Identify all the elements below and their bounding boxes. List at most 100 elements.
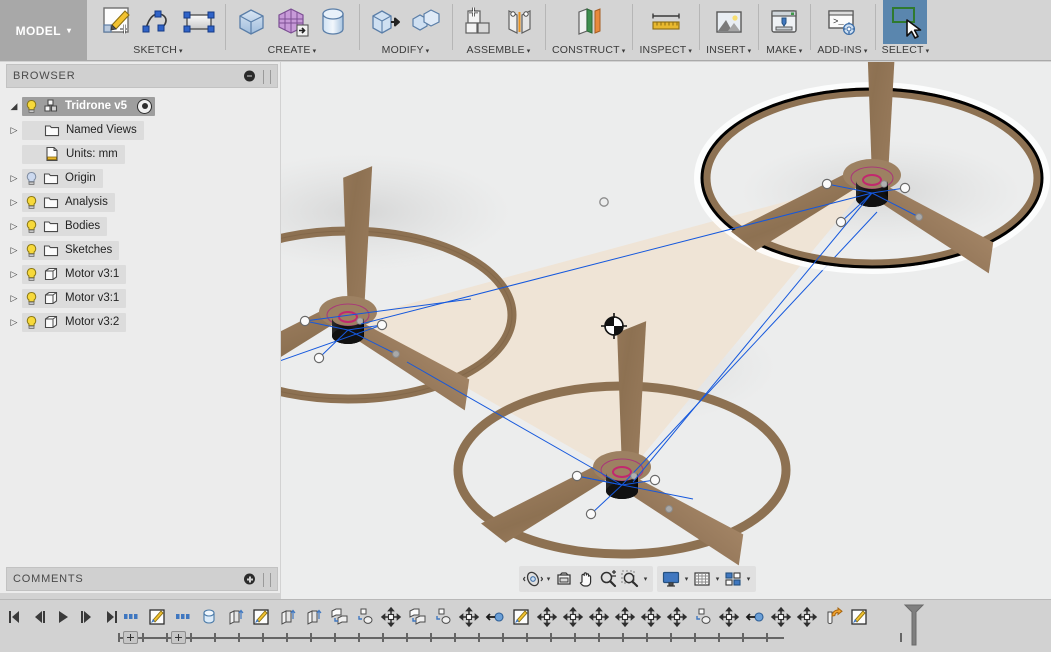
timeline-end-marker[interactable] [903,603,925,646]
lightbulb-on-icon[interactable] [24,195,39,210]
sidebar-item-units[interactable]: Units: mm [2,142,280,166]
display-settings-icon[interactable] [660,568,682,590]
workspace-switcher[interactable]: MODEL ▾ [0,0,87,61]
lightbulb-on-icon[interactable] [24,99,39,114]
expand-twisty-icon[interactable]: ▷ [6,214,22,238]
timeline-feature-copy-paste[interactable] [352,604,378,630]
lightbulb-on-icon[interactable] [24,267,39,282]
expand-twisty-icon[interactable]: ◢ [6,94,22,118]
timeline-feature-move[interactable] [794,604,820,630]
timeline-feature-move[interactable] [560,604,586,630]
chevron-down-icon[interactable]: ▾ [713,575,722,583]
tree-label-wrap[interactable]: Bodies [22,216,108,236]
create-mesh-icon[interactable] [273,3,311,41]
expand-twisty-icon[interactable]: ▷ [6,166,22,190]
tree-label-wrap[interactable]: Motor v3:1 [22,264,127,284]
timeline-feature-copy-paste[interactable] [690,604,716,630]
create-cylinder-icon[interactable] [314,3,352,41]
timeline-feature-move[interactable] [534,604,560,630]
sidebar-item-analysis[interactable]: ▷ Analysis [2,190,280,214]
timeline-group-marker[interactable] [171,631,186,644]
expand-twisty-icon[interactable]: ▷ [6,310,22,334]
timeline-feature-copy-paste[interactable] [430,604,456,630]
toolbar-group-label[interactable]: INSPECT ▾ [639,44,692,58]
pan-hand-icon[interactable] [575,568,597,590]
minimize-icon[interactable] [244,70,255,82]
timeline-feature-rigid-joint[interactable] [482,604,508,630]
tree-label-wrap[interactable]: Analysis [22,192,115,212]
sketch-rectangle-icon[interactable] [180,3,218,41]
timeline-feature-sketch-dots[interactable] [118,604,144,630]
expand-twisty-icon[interactable]: ▷ [6,262,22,286]
sidebar-item-origin[interactable]: ▷ Origin [2,166,280,190]
toolbar-group-label[interactable]: SKETCH ▾ [133,44,183,58]
toolbar-group-label[interactable]: CREATE ▾ [268,44,317,58]
sidebar-item-motor-3[interactable]: ▷ Motor v3:2 [2,310,280,334]
zoom-window-icon[interactable] [619,568,641,590]
new-component-icon[interactable] [459,3,497,41]
timeline-feature-move[interactable] [456,604,482,630]
chevron-down-icon[interactable]: ▾ [744,575,753,583]
zoom-icon[interactable] [597,568,619,590]
lightbulb-on-icon[interactable] [24,219,39,234]
sketch-point[interactable] [599,197,609,207]
lightbulb-on-icon[interactable] [24,315,39,330]
lightbulb-on-icon[interactable] [24,243,39,258]
joint-icon[interactable] [500,3,538,41]
orbit-icon[interactable] [522,568,544,590]
timeline-feature-move[interactable] [716,604,742,630]
play-icon[interactable] [52,606,74,628]
chevron-down-icon[interactable]: ▾ [544,575,553,583]
step-forward-icon[interactable] [76,606,98,628]
timeline-feature-copy-paste[interactable] [326,604,352,630]
step-back-icon[interactable] [28,606,50,628]
select-cursor-icon[interactable] [883,0,928,44]
timeline-feature-move[interactable] [586,604,612,630]
tree-label-wrap[interactable]: Origin [22,168,103,188]
timeline-feature-extrude[interactable] [274,604,300,630]
timeline-feature-sketch[interactable] [508,604,534,630]
tree-row-root[interactable]: ◢ Tridrone v5 [2,94,280,118]
sidebar-item-bodies[interactable]: ▷ Bodies [2,214,280,238]
panel-grip-icon[interactable] [263,573,271,587]
timeline-feature-move[interactable] [638,604,664,630]
toolbar-group-label[interactable]: CONSTRUCT ▾ [552,44,625,58]
lightbulb-off-icon[interactable] [24,171,39,186]
tree-label-wrap[interactable]: Named Views [22,120,144,140]
tree-label-wrap[interactable]: Units: mm [22,144,125,164]
timeline-feature-sketch[interactable] [144,604,170,630]
timeline-feature-move[interactable] [612,604,638,630]
offset-plane-icon[interactable] [570,3,608,41]
chevron-down-icon[interactable]: ▾ [641,575,650,583]
jump-start-icon[interactable] [4,606,26,628]
toolbar-group-label[interactable]: SELECT ▾ [882,44,930,58]
timeline-feature-copy-paste[interactable] [404,604,430,630]
activate-radio-icon[interactable] [137,98,152,114]
timeline-feature-revolve[interactable] [820,604,846,630]
sidebar-item-motor-1[interactable]: ▷ Motor v3:1 [2,262,280,286]
timeline-feature-extrude[interactable] [300,604,326,630]
sidebar-item-motor-2[interactable]: ▷ Motor v3:1 [2,286,280,310]
tree-label-wrap[interactable]: Motor v3:2 [22,312,127,332]
sidebar-item-named-views[interactable]: ▷ Named Views [2,118,280,142]
expand-twisty-icon[interactable]: ▷ [6,190,22,214]
look-at-icon[interactable] [553,568,575,590]
create-sketch-icon[interactable] [98,3,136,41]
timeline-feature-sketch[interactable] [846,604,872,630]
timeline-track[interactable] [118,604,1041,646]
timeline-feature-sketch-dots[interactable] [170,604,196,630]
expand-twisty-icon[interactable]: ▷ [6,118,22,142]
expand-twisty-icon[interactable]: ▷ [6,286,22,310]
expand-twisty-icon[interactable]: ▷ [6,238,22,262]
grid-snaps-icon[interactable] [691,568,713,590]
tree-root-label-wrap[interactable]: Tridrone v5 [22,96,155,116]
tree-label-wrap[interactable]: Motor v3:1 [22,288,127,308]
scripts-addins-icon[interactable]: >_ [823,3,861,41]
measure-ruler-icon[interactable] [647,3,685,41]
add-comment-icon[interactable] [244,573,255,585]
lightbulb-on-icon[interactable] [24,291,39,306]
timeline-feature-move[interactable] [768,604,794,630]
toolbar-group-label[interactable]: ADD-INS ▾ [817,44,867,58]
timeline-feature-sketch[interactable] [248,604,274,630]
sketch-spline-icon[interactable] [139,3,177,41]
